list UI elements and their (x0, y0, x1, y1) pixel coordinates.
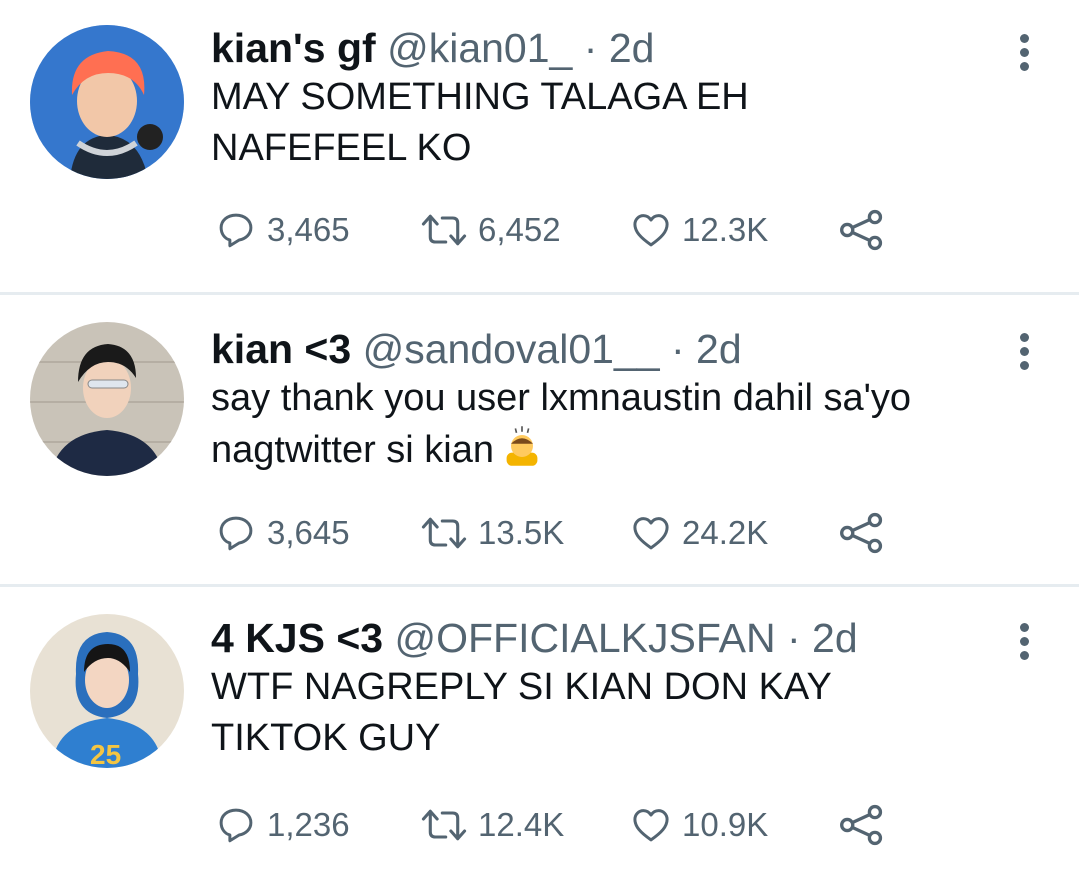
user-handle[interactable]: @sandoval01__ (363, 326, 660, 372)
retweet-count: 6,452 (478, 211, 561, 248)
user-handle[interactable]: @kian01_ (387, 25, 572, 71)
retweet-count: 12.4K (478, 806, 565, 843)
separator-dot: · (786, 615, 801, 661)
reply-button[interactable]: 3,465 (215, 205, 350, 255)
like-button[interactable]: 12.3K (630, 205, 768, 255)
user-handle[interactable]: @OFFICIALKJSFAN (395, 615, 776, 661)
share-button[interactable] (838, 508, 886, 558)
separator-dot: · (583, 25, 598, 71)
more-vertical-icon[interactable] (1017, 623, 1031, 665)
like-count: 10.9K (682, 806, 769, 843)
like-icon (633, 214, 669, 247)
avatar[interactable] (30, 322, 184, 476)
timestamp[interactable]: 2d (812, 615, 858, 661)
tweet[interactable]: kian <3 @sandoval01__ · 2d say thank you… (0, 292, 1079, 584)
retweet-icon (421, 214, 467, 246)
retweet-icon (421, 517, 467, 549)
share-icon (840, 209, 883, 251)
separator-dot: · (670, 326, 685, 372)
more-vertical-icon[interactable] (1017, 34, 1031, 76)
tweet-text: WTF NAGREPLY SI KIAN DON KAY TIKTOK GUY (211, 666, 832, 759)
share-button[interactable] (838, 800, 886, 850)
avatar[interactable] (30, 25, 184, 179)
like-count: 24.2K (682, 514, 769, 551)
svg-text:25: 25 (90, 739, 121, 768)
share-button[interactable] (838, 205, 886, 255)
tweet-text: say thank you user lxmnaustin dahil sa'y… (211, 373, 999, 476)
reply-icon (219, 516, 253, 551)
like-button[interactable]: 10.9K (630, 800, 768, 850)
retweet-button[interactable]: 6,452 (420, 205, 561, 255)
reply-count: 3,465 (267, 211, 350, 248)
reply-icon (219, 808, 253, 843)
share-icon (840, 804, 883, 846)
timestamp[interactable]: 2d (609, 25, 655, 71)
reply-button[interactable]: 1,236 (215, 800, 350, 850)
avatar[interactable]: 25 (30, 614, 184, 768)
tweet-text: MAY SOMETHING TALAGA EH NAFEFEEL KO (211, 76, 749, 169)
timestamp[interactable]: 2d (696, 326, 742, 372)
tweet[interactable]: kian's gf @kian01_ · 2d MAY SOMETHING TA… (0, 0, 1079, 292)
retweet-icon (421, 809, 467, 841)
retweet-button[interactable]: 13.5K (420, 508, 564, 558)
reply-icon (219, 213, 253, 248)
user-name[interactable]: kian <3 (211, 326, 351, 372)
retweet-count: 13.5K (478, 514, 565, 551)
reply-count: 3,645 (267, 514, 350, 551)
person-bowing-emoji (506, 426, 538, 466)
tweet[interactable]: 25 4 KJS <3 @OFFICIALKJSFAN · 2d WTF NAG… (0, 584, 1079, 874)
more-vertical-icon[interactable] (1017, 333, 1031, 375)
reply-button[interactable]: 3,645 (215, 508, 350, 558)
tweet-text-body: say thank you user lxmnaustin dahil sa'y… (211, 377, 912, 471)
like-count: 12.3K (682, 211, 769, 248)
user-name[interactable]: kian's gf (211, 25, 376, 71)
like-icon (633, 809, 669, 842)
retweet-button[interactable]: 12.4K (420, 800, 564, 850)
share-icon (840, 512, 883, 554)
like-button[interactable]: 24.2K (630, 508, 768, 558)
reply-count: 1,236 (267, 806, 350, 843)
like-icon (633, 517, 669, 550)
user-name[interactable]: 4 KJS <3 (211, 615, 383, 661)
